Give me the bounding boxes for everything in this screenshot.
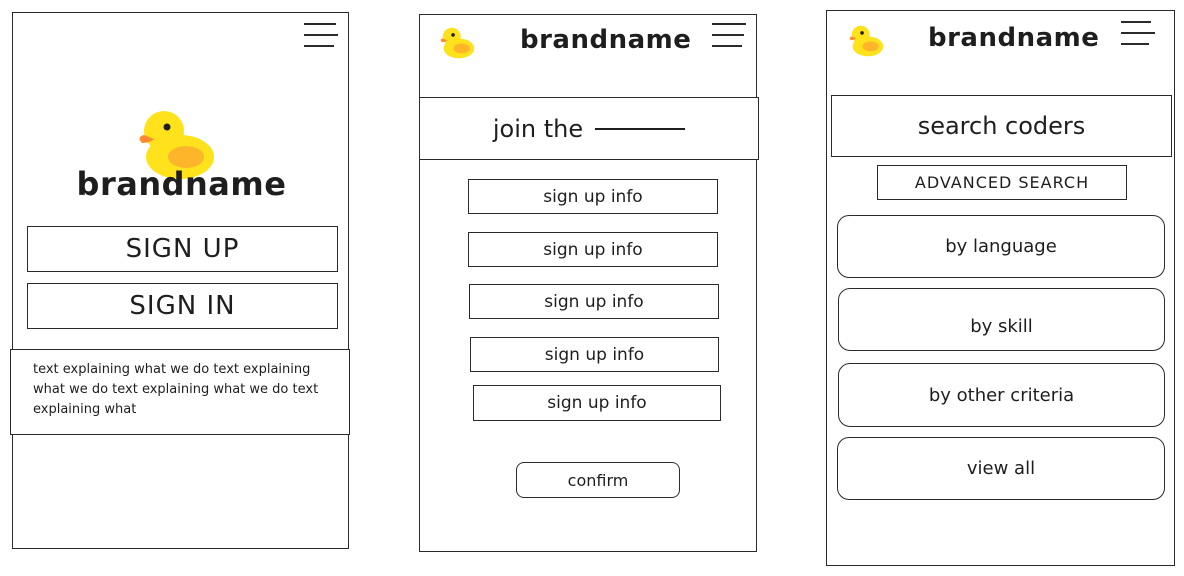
- signup-field-2[interactable]: sign up info: [468, 232, 718, 267]
- search-by-skill-button[interactable]: by skill: [838, 288, 1165, 351]
- signup-field-1[interactable]: sign up info: [468, 179, 718, 214]
- brand-name: brandname: [76, 165, 287, 203]
- brand-name: brandname: [928, 23, 1100, 53]
- sign-in-button[interactable]: SIGN IN: [27, 283, 338, 329]
- duck-logo-icon: [849, 23, 885, 59]
- signup-field-5[interactable]: sign up info: [473, 385, 721, 421]
- sign-up-button[interactable]: SIGN UP: [27, 226, 338, 272]
- hamburger-menu-icon[interactable]: [712, 23, 746, 49]
- screen-search: brandname search coders ADVANCED SEARCH …: [826, 10, 1175, 566]
- screen-landing: brandname SIGN UP SIGN IN text explainin…: [10, 12, 350, 549]
- view-all-button[interactable]: view all: [837, 437, 1165, 500]
- brand-name: brandname: [520, 25, 692, 55]
- search-by-other-criteria-button[interactable]: by other criteria: [838, 363, 1165, 427]
- duck-logo-icon: [440, 25, 476, 61]
- confirm-button[interactable]: confirm: [516, 462, 680, 498]
- signup-field-3[interactable]: sign up info: [469, 284, 719, 319]
- join-title-banner: join the: [419, 97, 759, 160]
- hamburger-menu-icon[interactable]: [1121, 21, 1155, 47]
- advanced-search-button[interactable]: ADVANCED SEARCH: [877, 165, 1127, 200]
- join-title-text: join the: [492, 114, 584, 143]
- search-by-language-button[interactable]: by language: [837, 215, 1165, 278]
- hamburger-menu-icon[interactable]: [304, 23, 338, 49]
- signup-field-4[interactable]: sign up info: [470, 337, 719, 372]
- screen-signup: brandname join the sign up info sign up …: [419, 14, 759, 552]
- blank-placeholder-line: [595, 127, 686, 130]
- description-text: text explaining what we do text explaini…: [10, 349, 350, 435]
- search-coders-title: search coders: [831, 95, 1172, 157]
